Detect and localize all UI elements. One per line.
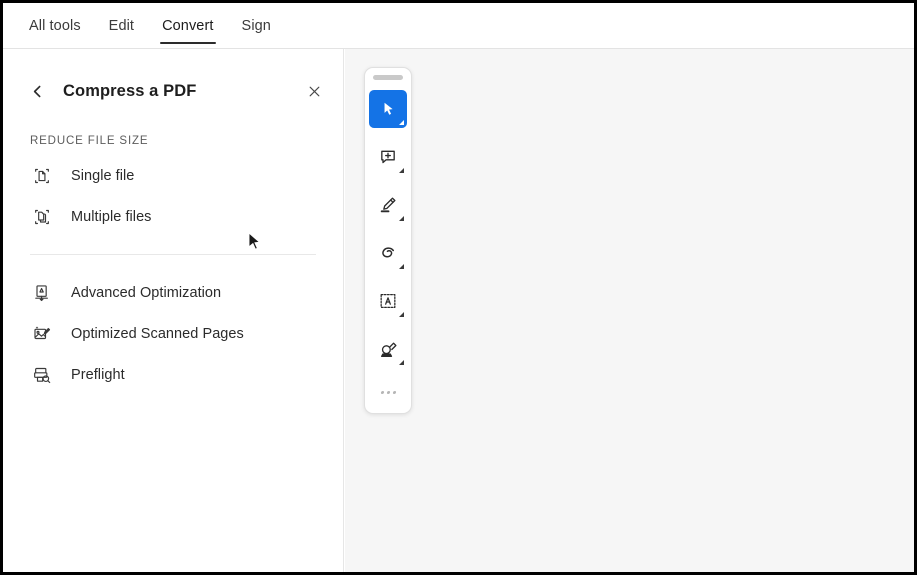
toolbar-drag-handle[interactable]	[373, 75, 403, 80]
advanced-optimization-icon	[30, 281, 54, 305]
panel-header: Compress a PDF	[3, 63, 343, 119]
add-text-box-tool-button[interactable]	[369, 282, 407, 320]
tool-item-advanced-optimization[interactable]: Advanced Optimization	[3, 272, 343, 313]
tab-edit[interactable]: Edit	[95, 3, 148, 49]
close-icon	[309, 86, 319, 96]
freeform-lasso-icon	[381, 246, 394, 257]
stamp-tool-button[interactable]	[369, 330, 407, 368]
tool-list-primary: Single file Multiple files	[3, 155, 343, 237]
add-comment-caret-icon	[399, 168, 404, 173]
acrobat-window: All tools Edit Convert Sign Compress a P…	[0, 0, 917, 575]
tab-convert-label: Convert	[162, 17, 214, 34]
select-tool-button[interactable]	[369, 90, 407, 128]
draw-tool-button[interactable]	[369, 234, 407, 272]
tab-sign[interactable]: Sign	[228, 3, 285, 49]
highlight-caret-icon	[399, 216, 404, 221]
compress-multiple-files-icon	[30, 205, 54, 229]
text-box-icon	[380, 294, 396, 308]
tool-item-optimized-scanned-pages[interactable]: Optimized Scanned Pages	[3, 313, 343, 354]
draw-caret-icon	[399, 264, 404, 269]
more-tools-dot	[380, 390, 384, 394]
more-tools-button[interactable]	[369, 379, 407, 405]
comment-bubble-plus-icon	[381, 150, 395, 164]
tool-item-preflight[interactable]: Preflight	[3, 354, 343, 395]
back-button[interactable]	[25, 79, 49, 103]
tool-item-optimized-scanned-pages-label: Optimized Scanned Pages	[71, 325, 244, 342]
highlighter-pen-icon	[380, 197, 396, 213]
more-tools-dot	[392, 390, 396, 394]
tab-all-tools[interactable]: All tools	[15, 3, 95, 49]
optimized-scanned-pages-icon	[30, 322, 54, 346]
more-tools-dot	[386, 390, 390, 394]
section-label-reduce-file-size: REDUCE FILE SIZE	[30, 135, 149, 147]
preflight-icon	[30, 363, 54, 387]
section-divider	[30, 254, 316, 255]
select-tool-caret-icon	[399, 120, 404, 125]
document-viewer	[345, 49, 914, 572]
top-tab-bar: All tools Edit Convert Sign	[3, 3, 914, 49]
tool-list-secondary: Advanced Optimization Optimized Scanned …	[3, 272, 343, 395]
tool-panel: Compress a PDF REDUCE FILE SIZE Single f…	[3, 49, 344, 572]
tool-item-multiple-files[interactable]: Multiple files	[3, 196, 343, 237]
tool-item-preflight-label: Preflight	[71, 366, 125, 383]
floating-annotation-toolbar	[364, 67, 412, 414]
close-button[interactable]	[303, 80, 325, 102]
add-comment-tool-button[interactable]	[369, 138, 407, 176]
tool-item-single-file-label: Single file	[71, 167, 135, 184]
add-text-box-caret-icon	[399, 312, 404, 317]
tool-item-single-file[interactable]: Single file	[3, 155, 343, 196]
compress-single-file-icon	[30, 164, 54, 188]
chevron-left-icon	[33, 85, 40, 97]
tool-item-multiple-files-label: Multiple files	[71, 208, 152, 225]
tab-sign-label: Sign	[241, 17, 271, 34]
stamp-caret-icon	[399, 360, 404, 365]
page-title: Compress a PDF	[63, 81, 197, 100]
stamp-icon	[380, 342, 397, 357]
tab-all-tools-label: All tools	[29, 17, 81, 34]
tab-convert[interactable]: Convert	[148, 3, 227, 49]
cursor-arrow-icon	[384, 102, 393, 115]
highlight-tool-button[interactable]	[369, 186, 407, 224]
tool-item-advanced-optimization-label: Advanced Optimization	[71, 284, 222, 301]
tab-edit-label: Edit	[108, 17, 135, 34]
